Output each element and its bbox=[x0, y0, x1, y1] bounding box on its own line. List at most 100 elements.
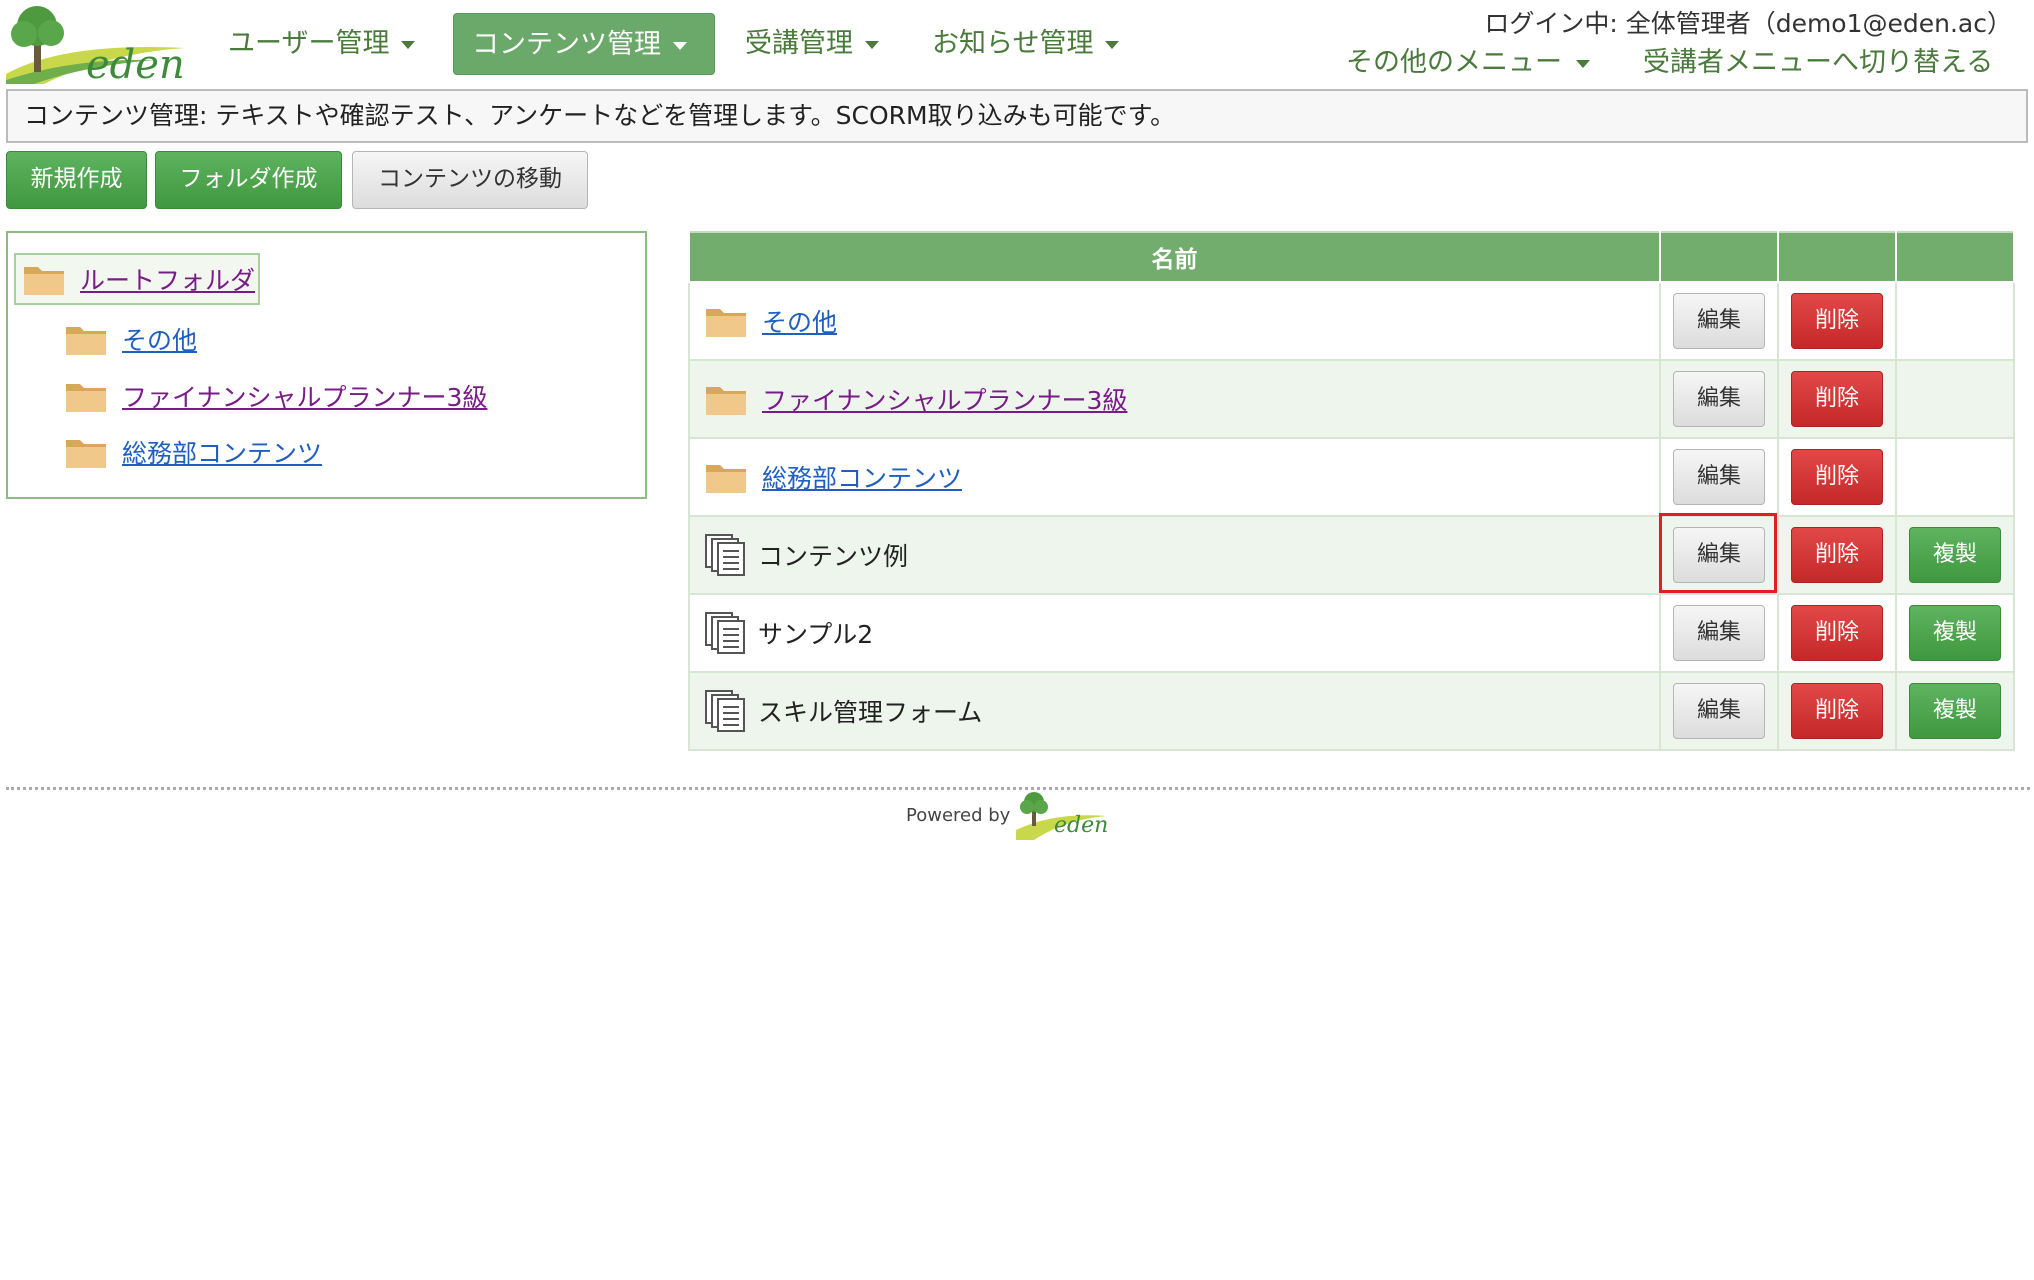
login-info: ログイン中: 全体管理者（demo1@eden.ac） bbox=[1484, 9, 2012, 38]
cell-copy bbox=[1895, 359, 2015, 439]
nav-content-management[interactable]: コンテンツ管理 bbox=[453, 13, 715, 75]
nav-notice-management[interactable]: お知らせ管理 bbox=[914, 13, 1137, 75]
copy-button[interactable]: 複製 bbox=[1909, 527, 2001, 583]
eden-logo[interactable]: eden bbox=[4, 2, 190, 88]
content-table: 名前 その他 編集 削除 ファイナンシャルプランナー3級 編集 削除 総務部コン… bbox=[688, 231, 2015, 751]
folder-link[interactable]: 総務部コンテンツ bbox=[762, 459, 962, 495]
cell-edit: 編集 bbox=[1659, 437, 1779, 517]
column-header-name: 名前 bbox=[688, 232, 1661, 283]
edit-button[interactable]: 編集 bbox=[1673, 371, 1765, 427]
cell-edit: 編集 bbox=[1659, 515, 1779, 595]
edit-button[interactable]: 編集 bbox=[1673, 527, 1765, 583]
powered-by-label: Powered by bbox=[906, 804, 1011, 826]
table-row: その他 編集 削除 bbox=[688, 281, 2015, 361]
cell-name: ファイナンシャルプランナー3級 bbox=[688, 359, 1661, 439]
delete-button[interactable]: 削除 bbox=[1791, 605, 1883, 661]
folder-icon bbox=[22, 261, 66, 297]
new-folder-button[interactable]: フォルダ作成 bbox=[155, 151, 342, 209]
edit-button[interactable]: 編集 bbox=[1673, 293, 1765, 349]
caret-down-icon bbox=[1105, 40, 1120, 49]
nav-label: ユーザー管理 bbox=[228, 28, 390, 59]
folder-link[interactable]: ファイナンシャルプランナー3級 bbox=[762, 381, 1127, 417]
cell-copy bbox=[1895, 437, 2015, 517]
delete-button[interactable]: 削除 bbox=[1791, 683, 1883, 739]
edit-button[interactable]: 編集 bbox=[1673, 683, 1765, 739]
folder-icon bbox=[64, 434, 108, 470]
table-row: スキル管理フォーム 編集 削除 複製 bbox=[688, 671, 2015, 751]
caret-down-icon bbox=[401, 40, 416, 49]
tree-folder-item[interactable]: ファイナンシャルプランナー3級 bbox=[64, 374, 487, 418]
delete-button[interactable]: 削除 bbox=[1791, 527, 1883, 583]
page-description: コンテンツ管理: テキストや確認テスト、アンケートなどを管理します。SCORM取… bbox=[6, 89, 2028, 143]
nav-course-management[interactable]: 受講管理 bbox=[727, 13, 897, 75]
cell-delete: 削除 bbox=[1777, 359, 1897, 439]
folder-icon bbox=[704, 381, 748, 417]
cell-edit: 編集 bbox=[1659, 593, 1779, 673]
folder-icon bbox=[704, 303, 748, 339]
tree-root-link[interactable]: ルートフォルダ bbox=[80, 261, 255, 297]
cell-delete: 削除 bbox=[1777, 671, 1897, 751]
other-menu-dropdown[interactable]: その他のメニュー bbox=[1346, 40, 1590, 86]
delete-button[interactable]: 削除 bbox=[1791, 293, 1883, 349]
folder-icon bbox=[64, 321, 108, 357]
tree-root-folder[interactable]: ルートフォルダ bbox=[14, 253, 260, 305]
nav-label: 受講管理 bbox=[745, 28, 853, 59]
copy-button[interactable]: 複製 bbox=[1909, 683, 2001, 739]
caret-down-icon bbox=[1576, 59, 1590, 68]
table-row: サンプル2 編集 削除 複製 bbox=[688, 593, 2015, 673]
document-stack-icon bbox=[704, 611, 746, 655]
cell-edit: 編集 bbox=[1659, 359, 1779, 439]
column-header-delete bbox=[1777, 232, 1897, 283]
svg-text:eden: eden bbox=[86, 42, 185, 84]
copy-button[interactable]: 複製 bbox=[1909, 605, 2001, 661]
folder-icon bbox=[704, 459, 748, 495]
cell-copy: 複製 bbox=[1895, 515, 2015, 595]
nav-user-management[interactable]: ユーザー管理 bbox=[210, 13, 433, 75]
cell-edit: 編集 bbox=[1659, 281, 1779, 361]
content-name: コンテンツ例 bbox=[758, 542, 909, 571]
svg-text:eden: eden bbox=[1054, 813, 1108, 838]
cell-name: 総務部コンテンツ bbox=[688, 437, 1661, 517]
table-header-row: 名前 bbox=[688, 232, 2015, 283]
delete-button[interactable]: 削除 bbox=[1791, 371, 1883, 427]
cell-copy: 複製 bbox=[1895, 671, 2015, 751]
cell-delete: 削除 bbox=[1777, 515, 1897, 595]
nav-label: コンテンツ管理 bbox=[472, 29, 661, 60]
table-row: コンテンツ例 編集 削除 複製 bbox=[688, 515, 2015, 595]
tree-folder-item[interactable]: その他 bbox=[64, 317, 197, 361]
document-stack-icon bbox=[704, 689, 746, 733]
content-name: サンプル2 bbox=[758, 620, 874, 649]
tree-folder-link[interactable]: 総務部コンテンツ bbox=[122, 434, 322, 470]
cell-copy: 複製 bbox=[1895, 593, 2015, 673]
cell-name: その他 bbox=[688, 281, 1661, 361]
column-header-copy bbox=[1895, 232, 2015, 283]
edit-button[interactable]: 編集 bbox=[1673, 449, 1765, 505]
nav-label: お知らせ管理 bbox=[932, 28, 1094, 59]
cell-delete: 削除 bbox=[1777, 593, 1897, 673]
cell-edit: 編集 bbox=[1659, 671, 1779, 751]
powered-by: Powered by eden bbox=[906, 790, 1110, 840]
cell-name: コンテンツ例 bbox=[688, 515, 1661, 595]
edit-button[interactable]: 編集 bbox=[1673, 605, 1765, 661]
column-header-edit bbox=[1659, 232, 1779, 283]
cell-copy bbox=[1895, 281, 2015, 361]
other-menu-label: その他のメニュー bbox=[1346, 47, 1562, 78]
switch-to-learner-link[interactable]: 受講者メニューへ切り替える bbox=[1643, 40, 1993, 86]
table-row: ファイナンシャルプランナー3級 編集 削除 bbox=[688, 359, 2015, 439]
delete-button[interactable]: 削除 bbox=[1791, 449, 1883, 505]
cell-name: サンプル2 bbox=[688, 593, 1661, 673]
tree-folder-link[interactable]: その他 bbox=[122, 321, 197, 357]
caret-down-icon bbox=[673, 41, 687, 50]
tree-folder-link[interactable]: ファイナンシャルプランナー3級 bbox=[122, 378, 487, 414]
document-stack-icon bbox=[704, 533, 746, 577]
new-content-button[interactable]: 新規作成 bbox=[6, 151, 147, 209]
cell-name: スキル管理フォーム bbox=[688, 671, 1661, 751]
folder-tree: ルートフォルダ その他 ファイナンシャルプランナー3級 総務部コンテンツ bbox=[6, 231, 647, 499]
table-row: 総務部コンテンツ 編集 削除 bbox=[688, 437, 2015, 517]
caret-down-icon bbox=[865, 40, 879, 49]
move-content-button[interactable]: コンテンツの移動 bbox=[352, 151, 588, 209]
eden-footer-logo: eden bbox=[1016, 792, 1109, 840]
tree-folder-item[interactable]: 総務部コンテンツ bbox=[64, 430, 322, 474]
content-name: スキル管理フォーム bbox=[758, 698, 983, 727]
folder-link[interactable]: その他 bbox=[762, 303, 837, 339]
